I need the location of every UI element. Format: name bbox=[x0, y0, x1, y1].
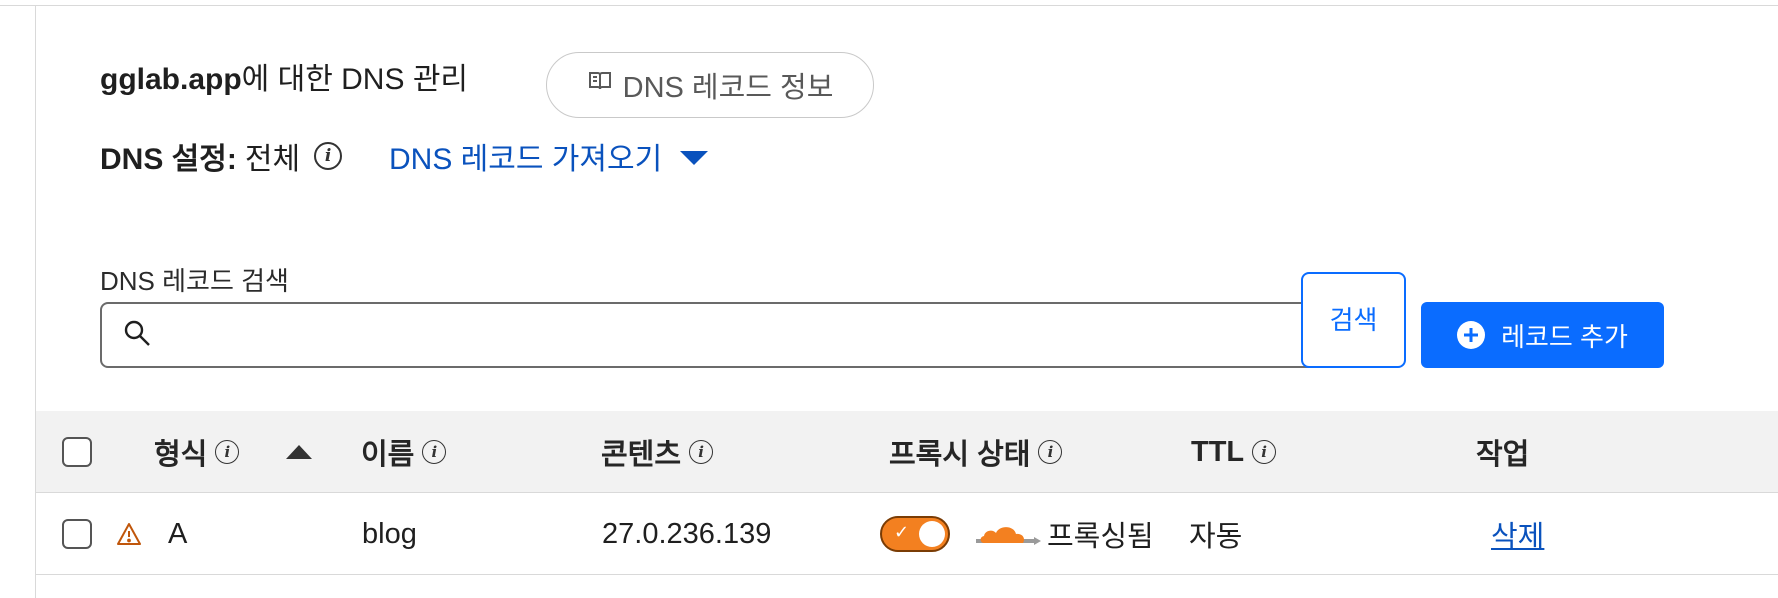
info-icon[interactable]: i bbox=[1038, 440, 1063, 464]
dns-settings-label: DNS 설정: bbox=[100, 143, 237, 176]
book-icon bbox=[587, 68, 613, 102]
column-type-label: 형식 bbox=[154, 439, 208, 471]
column-type[interactable]: 형식 i bbox=[154, 411, 240, 493]
column-proxy-label: 프록시 상태 bbox=[889, 439, 1031, 471]
record-ttl: 자동 bbox=[1189, 521, 1243, 553]
row-checkbox[interactable] bbox=[62, 519, 92, 549]
toggle-knob bbox=[919, 521, 945, 547]
column-content[interactable]: 콘텐츠 i bbox=[601, 411, 714, 493]
column-proxy[interactable]: 프록시 상태 i bbox=[889, 411, 1063, 493]
page-title: gglab.app에 대한 DNS 관리 bbox=[100, 54, 468, 98]
column-name[interactable]: 이름 i bbox=[361, 411, 447, 493]
column-actions-label: 작업 bbox=[1476, 439, 1530, 471]
caret-down-icon bbox=[680, 151, 709, 165]
select-all-cell bbox=[62, 411, 92, 493]
add-record-label: 레코드 추가 bbox=[1501, 321, 1628, 352]
check-icon: ✓ bbox=[894, 522, 910, 543]
proxy-status-label: 프록싱됨 bbox=[1047, 521, 1154, 553]
dns-records-info-label: DNS 레코드 정보 bbox=[622, 72, 834, 104]
import-dns-records-label: DNS 레코드 가져오기 bbox=[389, 143, 663, 176]
record-content: 27.0.236.139 bbox=[602, 517, 772, 550]
table-header: 형식 i 이름 i 콘텐츠 i 프록시 상태 i TTL i 작업 bbox=[36, 411, 1778, 493]
import-dns-records-dropdown[interactable]: DNS 레코드 가져오기 bbox=[389, 134, 709, 178]
search-field[interactable] bbox=[100, 302, 1319, 368]
dns-management-panel: gglab.app에 대한 DNS 관리 DNS 레코드 정보 DNS 설정: … bbox=[35, 6, 1778, 598]
add-record-button[interactable]: 레코드 추가 bbox=[1421, 302, 1664, 368]
sort-up-icon[interactable] bbox=[286, 445, 312, 459]
search-label: DNS 레코드 검색 bbox=[100, 266, 289, 296]
dns-records-info-button[interactable]: DNS 레코드 정보 bbox=[546, 52, 874, 118]
sort-cell bbox=[286, 411, 312, 493]
row-select-cell bbox=[62, 493, 92, 575]
proxy-toggle[interactable]: ✓ bbox=[880, 516, 950, 552]
title-suffix: 에 대한 DNS 관리 bbox=[241, 63, 469, 96]
delete-link[interactable]: 삭제 bbox=[1491, 513, 1544, 555]
search-button[interactable]: 검색 bbox=[1301, 272, 1406, 368]
proxy-toggle-cell: ✓ bbox=[880, 493, 950, 575]
column-ttl[interactable]: TTL i bbox=[1191, 411, 1277, 493]
cloud-proxy-icon bbox=[970, 493, 1044, 575]
dns-settings-value: 전체 bbox=[244, 143, 301, 176]
column-name-label: 이름 bbox=[361, 439, 415, 471]
plus-circle-icon bbox=[1457, 321, 1486, 349]
info-icon[interactable]: i bbox=[215, 440, 240, 464]
column-actions: 작업 bbox=[1476, 411, 1529, 493]
domain-name: gglab.app bbox=[100, 63, 242, 96]
record-name: blog bbox=[362, 517, 417, 550]
info-icon[interactable]: i bbox=[422, 440, 447, 464]
column-content-label: 콘텐츠 bbox=[601, 439, 682, 471]
table-row: A blog 27.0.236.139 ✓ 프록싱됨 자동 삭제 bbox=[36, 493, 1778, 575]
search-icon bbox=[122, 318, 152, 353]
info-icon[interactable]: i bbox=[1252, 440, 1277, 464]
record-type: A bbox=[168, 517, 188, 550]
warning-icon[interactable] bbox=[116, 493, 142, 575]
info-icon[interactable]: i bbox=[689, 440, 714, 464]
select-all-checkbox[interactable] bbox=[62, 437, 92, 467]
delete-link-cell: 삭제 bbox=[1491, 493, 1544, 575]
info-icon[interactable]: i bbox=[314, 142, 343, 170]
dns-settings: DNS 설정: 전체 i bbox=[100, 134, 343, 178]
column-ttl-label: TTL bbox=[1191, 435, 1245, 468]
search-input[interactable] bbox=[164, 304, 1317, 366]
